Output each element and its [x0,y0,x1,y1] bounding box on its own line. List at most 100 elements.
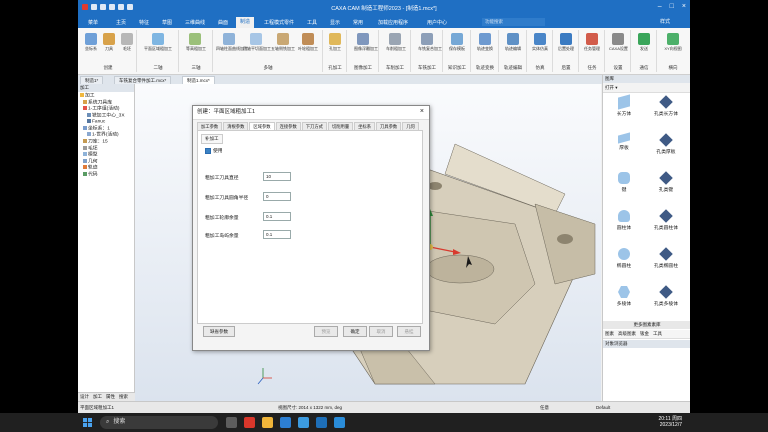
menu-item[interactable]: 曲面 [214,18,232,27]
tab-sheet-metal[interactable]: 钣金 [640,330,649,338]
app-icon[interactable] [316,417,327,428]
toolpath-edit-button[interactable]: 轨迹编辑 [504,33,522,61]
turn-mill-button[interactable]: 车铣复合加工 [418,33,442,61]
task-view-icon[interactable] [226,417,237,428]
stock-button[interactable]: 毛坯 [118,33,136,61]
tab-tool-params[interactable]: 刀具参数 [376,122,402,130]
rough-contour-allowance-input[interactable]: 0.1 [263,212,291,221]
status-style[interactable]: Default [596,405,610,410]
tab-primitives[interactable]: 图素 [605,330,614,338]
menu-item[interactable]: 加载应用程序 [374,18,412,27]
tab-feeds[interactable]: 切削用量 [327,122,354,130]
image-relief-button[interactable]: 图像浮雕加工 [354,33,378,61]
menu-item[interactable]: 草图 [158,18,176,27]
tab-plunge[interactable]: 下刀方式 [301,122,327,130]
shape-item[interactable]: 孔类多棱体 [649,285,683,307]
system-clock[interactable]: 20:11 周四 2023/12/7 [658,416,682,428]
tab-link-params[interactable]: 连接参数 [275,122,301,130]
shape-item[interactable]: 圆柱体 [607,210,641,231]
tab-design[interactable]: 设计 [80,393,89,401]
z-level-rough-button[interactable]: 等高粗加工 [186,33,206,61]
solid-simulation-button[interactable]: 实体仿真 [531,33,549,61]
3d-viewport[interactable]: 创建：平面区域粗加工1 × 加工参数 清根参数 区域参数 连接参数 下刀方式 切… [135,84,601,401]
menu-item[interactable]: 工具 [303,18,321,27]
shape-item[interactable]: 多棱体 [607,286,641,307]
planar-area-rough-dialog: 创建：平面区域粗加工1 × 加工参数 清根参数 区域参数 连接参数 下刀方式 切… [192,105,430,351]
tab-tools[interactable]: 工具 [653,330,662,338]
file-explorer-icon[interactable] [262,417,273,428]
turning-rough-button[interactable]: 车削粗加工 [386,33,406,61]
menu-item[interactable]: 三维曲线 [181,18,209,27]
xy-view-button[interactable]: XY向视图 [664,33,682,61]
tab-machining-params[interactable]: 加工参数 [197,122,223,130]
style-selector[interactable]: 样式 [660,18,670,25]
save-template-button[interactable]: 保存模板 [448,33,466,61]
library-open-button[interactable]: 打开 ▾ [603,83,690,93]
planar-area-rough-button[interactable]: 平面区域粗加工 [142,33,174,61]
cancel-button[interactable]: 取消 [369,326,393,337]
shape-item[interactable]: 孔类长方体 [649,95,683,117]
hole-machining-button[interactable]: 孔加工 [326,33,344,61]
task-manager-button[interactable]: 任务管理 [583,33,601,61]
menu-item-active[interactable]: 制造 [236,17,255,28]
post-process-button[interactable]: 后置处理 [557,33,575,61]
close-icon[interactable]: × [682,3,686,10]
caxa-app-icon[interactable] [280,417,291,428]
toolpath-transform-button[interactable]: 轨迹变换 [476,33,494,61]
tab-area-params[interactable]: 区域参数 [249,122,275,130]
tree-node[interactable]: 代码 [80,171,134,179]
impeller-rough-button[interactable]: 叶轮粗加工 [297,33,319,61]
shape-item[interactable]: 长方体 [607,94,641,117]
shape-item[interactable]: 孔类椭圆柱 [649,247,683,269]
tab-coordinate[interactable]: 坐标系 [354,122,376,130]
tab-geometry[interactable]: 几何 [402,122,419,130]
tab-machining[interactable]: 加工 [93,393,102,401]
menu-item[interactable]: 特征 [135,18,153,27]
four-axis-cylinder-button[interactable]: 四轴柱面曲线加工 [216,33,248,61]
send-button[interactable]: 发送 [635,33,653,61]
suspend-button[interactable]: 悬挂 [397,326,421,337]
use-checkbox[interactable]: 使用 [205,147,223,154]
menu-item[interactable]: 工程模式零件 [260,18,298,27]
shape-item[interactable]: 孔类厚板 [649,133,683,155]
tab-search[interactable]: 搜索 [119,393,128,401]
windows-start-icon[interactable] [83,418,92,427]
four-axis-plane-button[interactable]: 四轴平切面加工 [243,33,271,61]
status-mode[interactable]: 任意 [540,405,549,411]
function-search-input[interactable]: 功能搜索 [482,18,545,26]
ok-button[interactable]: 确定 [343,326,367,337]
shape-item[interactable]: 键 [607,172,641,193]
menu-item[interactable]: 常用 [349,18,367,27]
shape-item[interactable]: 孔类键 [649,171,683,193]
rough-tool-diameter-input[interactable]: 10 [263,172,291,181]
menu-item[interactable]: 用户中心 [423,18,451,27]
default-params-button[interactable]: 缺省参数 [203,326,235,337]
five-axis-side-button[interactable]: 五轴侧铣加工 [270,33,296,61]
shape-item[interactable]: 椭圆柱 [607,248,641,269]
rough-tool-corner-radius-input[interactable]: 0 [263,192,291,201]
wps-app-icon[interactable] [244,417,255,428]
app-icon[interactable] [298,417,309,428]
coordinate-system-button[interactable]: 坐标系 [82,33,100,61]
menu-item[interactable]: 显示 [326,18,344,27]
tab-advanced-primitives[interactable]: 高级图素 [618,330,636,338]
tab-clean-params[interactable]: 清根参数 [223,122,249,130]
minimize-icon[interactable]: – [658,3,662,10]
shape-item[interactable]: 孔类圆柱体 [649,209,683,231]
rough-island-allowance-input[interactable]: 0.1 [263,230,291,239]
maximize-icon[interactable]: □ [670,3,674,10]
shape-item[interactable]: 厚板 [607,132,641,151]
taskbar-search-box[interactable]: ⌕ 搜索 [100,416,218,429]
subtab-rest-machining[interactable]: 补加工 [201,134,223,144]
edge-icon[interactable] [334,417,345,428]
dialog-close-icon[interactable]: × [420,108,424,115]
more-library-link[interactable]: 更多图素素库 [603,321,690,329]
ribbon-group-knowledge: 保存模板 知识加工 [444,30,471,72]
menu-item[interactable]: 菜单 [84,18,102,27]
field-label: 粗加工刀具圆角半径 [205,196,249,201]
preview-button[interactable]: 预览 [314,326,338,337]
tab-properties[interactable]: 属性 [106,393,115,401]
tool-button[interactable]: 刀具 [100,33,118,61]
caxa-settings-button[interactable]: CAXA设置 [609,33,628,61]
menu-item[interactable]: 主页 [112,18,130,27]
